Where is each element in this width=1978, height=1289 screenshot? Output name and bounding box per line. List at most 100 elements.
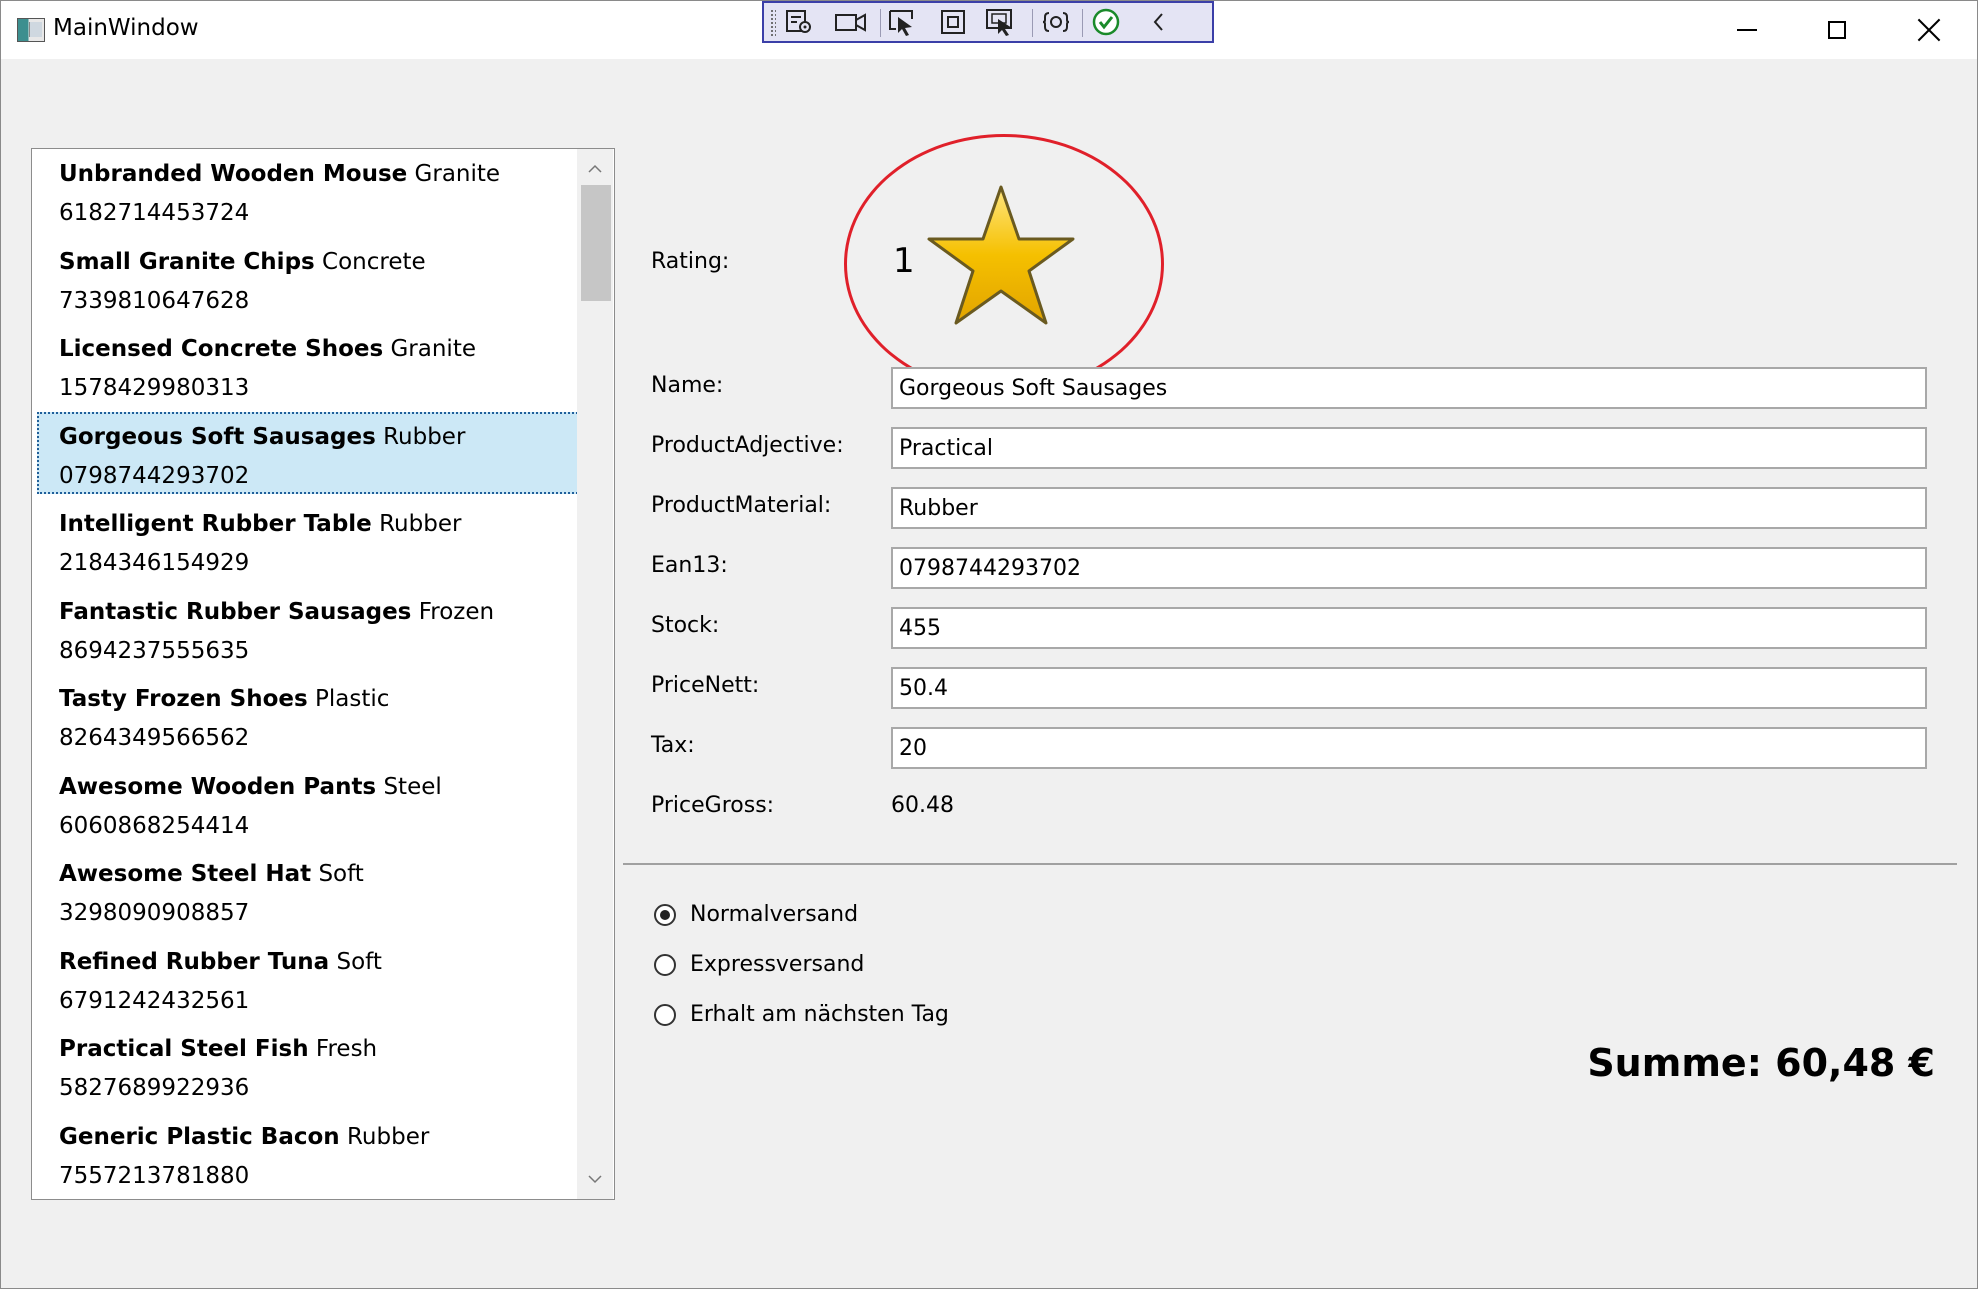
stock-field[interactable] <box>891 607 1927 649</box>
title-bar[interactable]: MainWindow <box>1 1 1977 59</box>
product-material: Granite <box>414 161 501 187</box>
list-item[interactable]: Gorgeous Soft Sausages Rubber 07987442937… <box>37 411 609 494</box>
radio-label: Normalversand <box>690 902 859 927</box>
radio-button[interactable] <box>654 1003 676 1026</box>
radio-button[interactable] <box>654 953 676 976</box>
hot-reload-icon[interactable] <box>1039 7 1073 37</box>
scroll-down-arrow-icon[interactable] <box>587 1171 603 1187</box>
list-item[interactable]: Intelligent Rubber Table Rubber 218434615… <box>37 499 609 581</box>
product-title: Gorgeous Soft Sausages Rubber <box>59 424 465 450</box>
minimize-icon <box>1737 29 1757 31</box>
price-nett-label: PriceNett: <box>651 673 760 698</box>
product-adjective-field[interactable] <box>891 427 1927 469</box>
product-ean: 7557213781880 <box>59 1162 250 1189</box>
list-item[interactable]: Small Granite Chips Concrete 733981064762… <box>37 237 609 319</box>
maximize-icon <box>1828 21 1846 39</box>
product-ean: 2184346154929 <box>59 550 250 576</box>
radio-label: Expressversand <box>690 952 865 977</box>
product-material: Frozen <box>418 598 495 625</box>
minimize-button[interactable] <box>1701 1 1793 59</box>
track-focus-icon[interactable] <box>984 7 1018 37</box>
display-layout-adorners-icon[interactable] <box>937 7 971 37</box>
shipping-option-normal[interactable]: Normalversand <box>654 902 858 927</box>
tax-field[interactable] <box>891 727 1927 769</box>
tax-label: Tax: <box>651 733 695 758</box>
close-button[interactable] <box>1883 1 1975 59</box>
rating-label: Rating: <box>651 249 730 274</box>
product-name: Awesome Wooden Pants <box>59 773 377 800</box>
product-name: Generic Plastic Bacon <box>59 1123 340 1150</box>
product-ean: 1578429980313 <box>59 375 250 401</box>
product-material: Soft <box>318 861 364 887</box>
product-title: Licensed Concrete Shoes Granite <box>59 336 476 362</box>
scrollbar-thumb[interactable] <box>581 185 611 301</box>
product-ean: 8694237555635 <box>59 637 250 664</box>
maximize-button[interactable] <box>1791 1 1883 59</box>
select-element-icon[interactable] <box>886 7 920 37</box>
product-material: Granite <box>390 336 476 362</box>
product-material: Rubber <box>379 511 462 537</box>
product-ean: 6060868254414 <box>59 812 250 839</box>
product-name: Practical Steel Fish <box>59 1036 309 1062</box>
list-item[interactable]: Awesome Wooden Pants Steel 6060868254414 <box>37 762 609 844</box>
list-item[interactable]: Generic Plastic Bacon Rubber 755721378188… <box>37 1112 609 1194</box>
product-name: Awesome Steel Hat <box>59 861 312 887</box>
product-ean: 6182714453724 <box>59 200 250 226</box>
product-title: Tasty Frozen Shoes Plastic <box>59 686 389 712</box>
ean13-label: Ean13: <box>651 553 728 578</box>
product-material: Steel <box>383 773 442 800</box>
product-name: Tasty Frozen Shoes <box>59 686 308 712</box>
price-gross-value: 60.48 <box>891 793 954 818</box>
product-ean: 6791242432561 <box>59 987 250 1014</box>
product-title: Small Granite Chips Concrete <box>59 249 426 275</box>
product-name: Intelligent Rubber Table <box>59 511 372 537</box>
close-icon <box>1917 18 1941 42</box>
product-material: Soft <box>336 948 382 975</box>
ean13-field[interactable] <box>891 547 1927 589</box>
product-title: Generic Plastic Bacon Rubber <box>59 1124 429 1150</box>
collapse-toolbar-icon[interactable] <box>1142 7 1176 37</box>
list-item[interactable]: Refined Rubber Tuna Soft 6791242432561 <box>37 937 609 1019</box>
name-label: Name: <box>651 373 724 398</box>
toolbar-separator <box>880 9 881 37</box>
annotation-highlight-circle <box>844 134 1164 394</box>
binding-failures-check-icon[interactable] <box>1089 7 1123 37</box>
record-icon[interactable] <box>834 7 868 37</box>
shipping-option-express[interactable]: Expressversand <box>654 952 864 977</box>
price-gross-label: PriceGross: <box>651 793 775 818</box>
product-material-label: ProductMaterial: <box>651 493 832 518</box>
list-item[interactable]: Licensed Concrete Shoes Granite 157842998… <box>37 324 609 406</box>
product-material-field[interactable] <box>891 487 1927 529</box>
radio-button[interactable] <box>654 903 676 926</box>
product-material: Rubber <box>346 1123 430 1150</box>
toolbar-separator <box>1032 9 1033 37</box>
section-divider <box>623 863 1957 865</box>
radio-label: Erhalt am nächsten Tag <box>690 1002 949 1027</box>
vertical-scrollbar[interactable] <box>577 149 613 1199</box>
name-field[interactable] <box>891 367 1927 409</box>
live-visual-tree-icon[interactable] <box>782 7 816 37</box>
toolbar-grip-handle[interactable] <box>770 9 776 37</box>
list-item[interactable]: Unbranded Wooden Mouse Granite 6182714453… <box>37 149 609 231</box>
product-ean: 7339810647628 <box>59 287 250 314</box>
product-name: Small Granite Chips <box>59 248 315 275</box>
list-item[interactable]: Tasty Frozen Shoes Plastic 8264349566562 <box>37 674 609 756</box>
main-window: MainWindow Unbranded Wooden Mouse Granit… <box>0 0 1978 1289</box>
product-list[interactable]: Unbranded Wooden Mouse Granite 6182714453… <box>31 148 615 1200</box>
product-title: Unbranded Wooden Mouse Granite <box>59 161 500 187</box>
product-name: Licensed Concrete Shoes <box>59 336 384 362</box>
product-ean: 8264349566562 <box>59 725 250 751</box>
product-ean: 5827689922936 <box>59 1075 250 1101</box>
list-item[interactable]: Practical Steel Fish Fresh 5827689922936 <box>37 1024 609 1106</box>
product-material: Rubber <box>383 423 466 450</box>
toolbar-separator <box>1082 9 1083 37</box>
list-item[interactable]: Fantastic Rubber Sausages Frozen 86942375… <box>37 587 609 669</box>
debug-toolbar <box>762 1 1214 43</box>
list-item[interactable]: Awesome Steel Hat Soft 3298090908857 <box>37 849 609 931</box>
product-material: Plastic <box>315 686 390 712</box>
product-title: Intelligent Rubber Table Rubber <box>59 511 461 537</box>
product-name: Unbranded Wooden Mouse <box>59 161 408 187</box>
shipping-option-next-day[interactable]: Erhalt am nächsten Tag <box>654 1002 949 1027</box>
scroll-up-arrow-icon[interactable] <box>587 161 603 177</box>
price-nett-field[interactable] <box>891 667 1927 709</box>
